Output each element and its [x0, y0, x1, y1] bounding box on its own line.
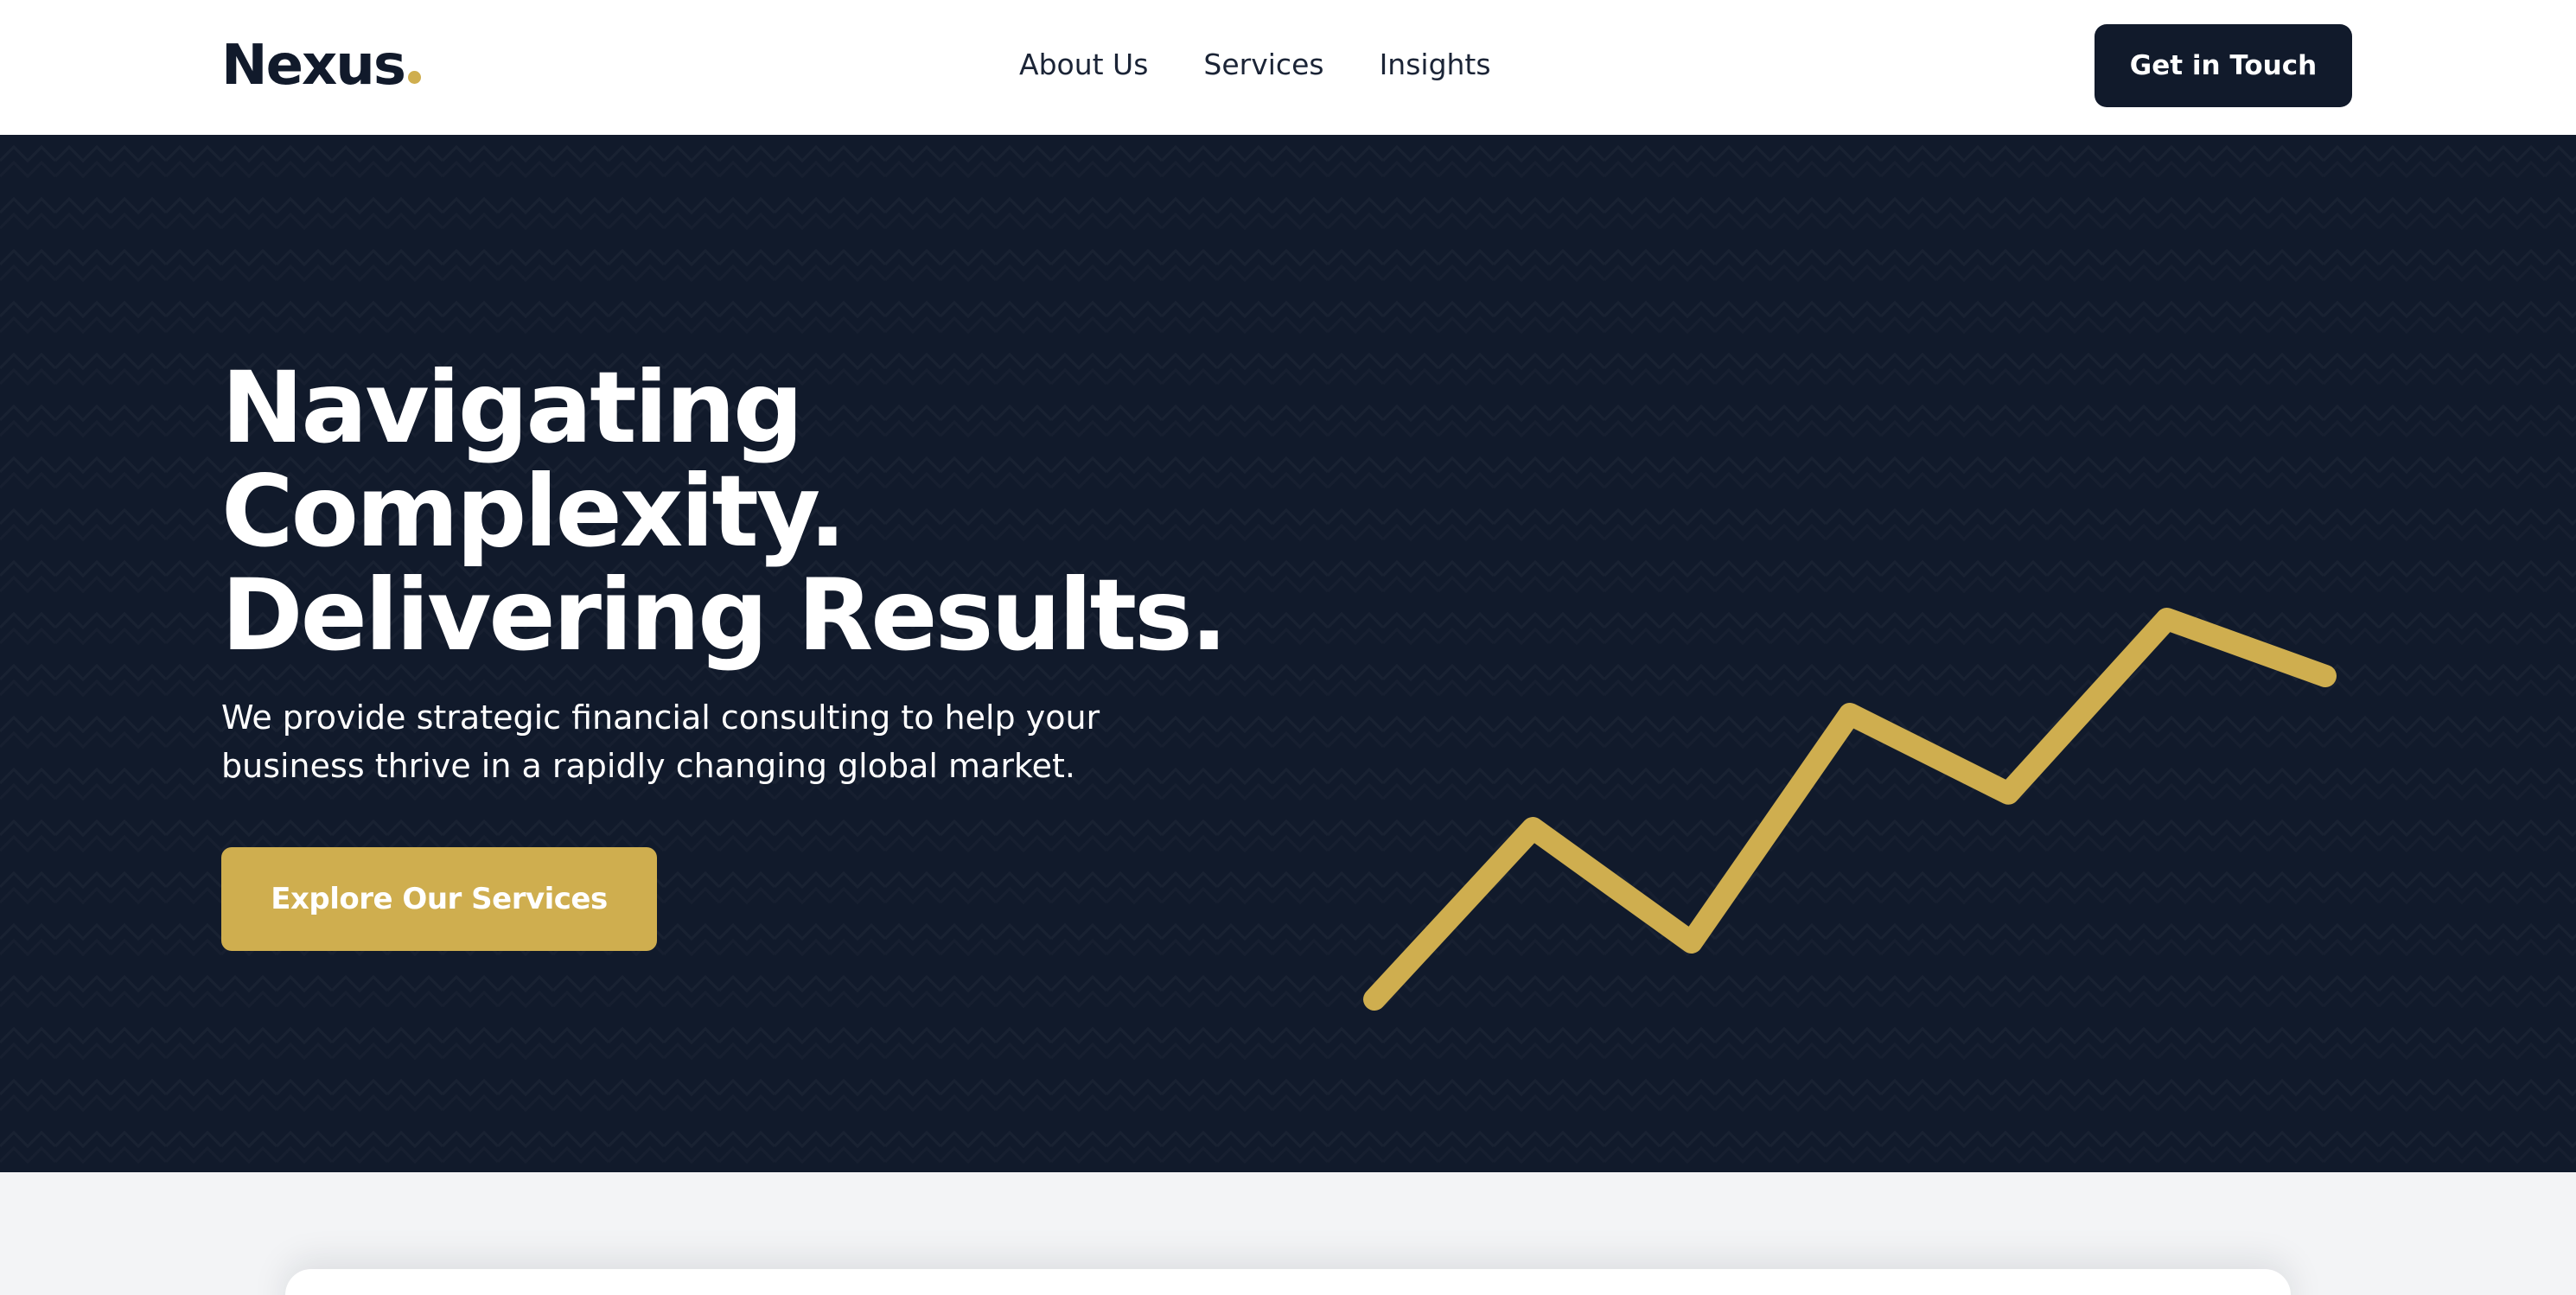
nav-link-about-us[interactable]: About Us	[1019, 43, 1148, 86]
brand-logo[interactable]: Nexus	[221, 33, 421, 99]
content-card-top	[285, 1269, 2291, 1295]
hero-subtitle: We provide strategic financial consultin…	[221, 699, 1100, 785]
hero-title: Navigating Complexity. Delivering Result…	[221, 350, 1227, 673]
hero-title-line-1: Navigating	[221, 350, 804, 465]
brand-name: Nexus	[221, 34, 406, 98]
top-navbar: Nexus About Us Services Insights Get in …	[0, 0, 2576, 135]
main-nav: About Us Services Insights	[1019, 43, 1491, 86]
trend-line	[1363, 608, 2337, 1011]
nav-link-services[interactable]: Services	[1203, 43, 1323, 86]
explore-services-button[interactable]: Explore Our Services	[221, 847, 657, 951]
brand-dot	[407, 71, 421, 84]
below-hero-section	[0, 1172, 2576, 1295]
hero-title-line-2: Complexity.	[221, 454, 846, 569]
nav-link-insights[interactable]: Insights	[1380, 43, 1491, 86]
hero-title-line-3: Delivering Results.	[221, 558, 1227, 673]
get-in-touch-button[interactable]: Get in Touch	[2095, 24, 2352, 107]
hero-section: Navigating Complexity. Delivering Result…	[0, 135, 2576, 1172]
trend-line-icon	[1363, 608, 2337, 1011]
